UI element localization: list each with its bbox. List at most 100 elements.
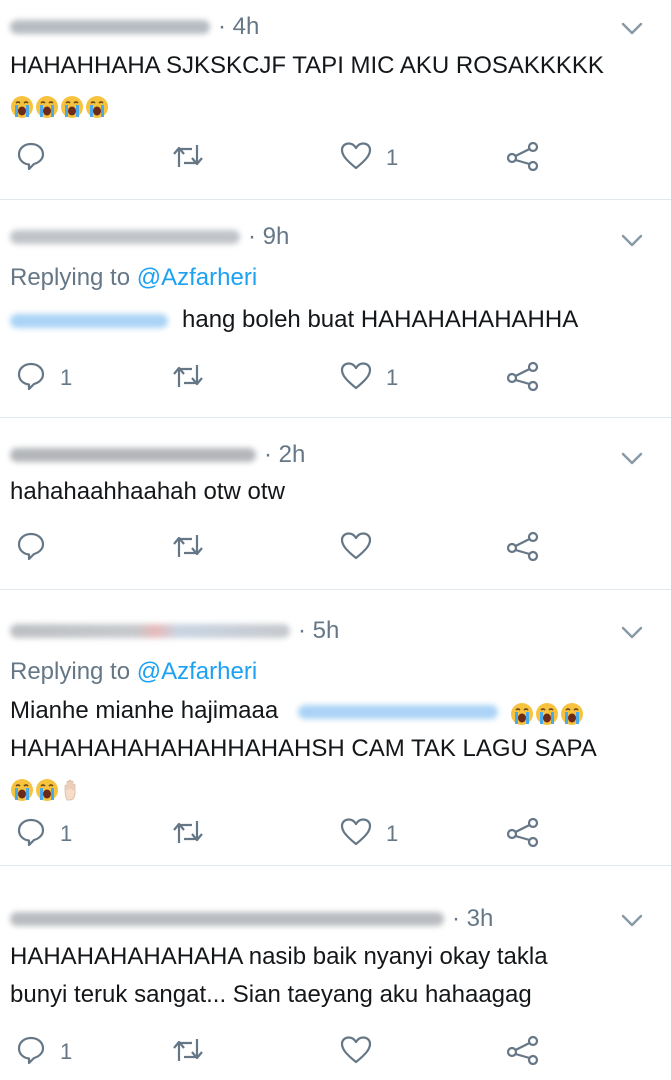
- share-icon: [506, 817, 540, 852]
- more-options-chevron-down-icon[interactable]: [621, 914, 643, 928]
- tweet-card[interactable]: · 4h HAHAHHAHA SJKSKCJF TAPI MIC AKU ROS…: [0, 0, 671, 200]
- retweet-button[interactable]: [172, 528, 218, 568]
- redacted-username: [10, 912, 444, 926]
- loudly-crying-face-emoji-icon: [10, 93, 34, 118]
- retweet-button[interactable]: [172, 358, 218, 398]
- loudly-crying-face-emoji-icon: [560, 700, 584, 725]
- tweet-card[interactable]: · 3h HAHAHAHAHAHAHA nasib baik nyanyi ok…: [0, 866, 671, 1080]
- replying-to-handle-link[interactable]: @Azfarheri: [137, 658, 257, 685]
- tweet-emoji-line: [10, 85, 109, 123]
- speech-bubble-icon: [16, 817, 46, 852]
- heart-icon: [340, 817, 372, 852]
- loudly-crying-face-emoji-icon: [85, 93, 109, 118]
- tweet-text-line: bunyi teruk sangat... Sian taeyang aku h…: [10, 981, 532, 1008]
- tweet-emoji-line: [10, 768, 84, 806]
- replying-to-label: Replying to: [10, 658, 131, 685]
- more-options-chevron-down-icon[interactable]: [621, 626, 643, 640]
- heart-icon: [340, 1035, 372, 1070]
- tweet-timestamp: · 5h: [298, 617, 340, 644]
- replying-to-label: Replying to: [10, 264, 131, 291]
- loudly-crying-face-emoji-icon: [35, 776, 59, 801]
- like-button[interactable]: 1: [340, 358, 398, 398]
- tweet-text-line: hahahaahhaahah otw otw: [10, 478, 285, 505]
- tweet-text: hahahaahhaahah otw otw: [10, 473, 285, 511]
- like-count: 1: [386, 365, 399, 390]
- tweet-header: · 9h: [10, 223, 290, 250]
- more-options-chevron-down-icon[interactable]: [621, 452, 643, 466]
- reply-button[interactable]: [16, 138, 60, 178]
- like-count: 1: [386, 145, 399, 170]
- heart-icon: [340, 361, 372, 396]
- loudly-crying-face-emoji-icon: [510, 700, 534, 725]
- tweet-timestamp: · 3h: [452, 905, 494, 932]
- like-button[interactable]: [340, 1032, 386, 1072]
- tweet-header: · 2h: [10, 441, 306, 468]
- share-icon: [506, 141, 540, 176]
- tweet-text: HAHAHHAHA SJKSKCJF TAPI MIC AKU ROSAKKKK…: [10, 47, 604, 85]
- replying-to-handle-link[interactable]: @Azfarheri: [137, 264, 257, 291]
- retweet-button[interactable]: [172, 138, 218, 178]
- tweet-header: · 5h: [10, 617, 340, 644]
- tweet-text: bunyi teruk sangat... Sian taeyang aku h…: [10, 976, 532, 1014]
- tweet-timestamp: · 9h: [248, 223, 290, 250]
- tweet-card[interactable]: · 9h Replying to @Azfarheri hang boleh b…: [0, 200, 671, 418]
- tweet-text-line: hang boleh buat HAHAHAHAHAHHA: [182, 306, 579, 333]
- share-icon: [506, 531, 540, 566]
- retweet-icon: [172, 141, 204, 176]
- share-button[interactable]: [506, 814, 540, 854]
- retweet-icon: [172, 361, 204, 396]
- tweet-card[interactable]: · 2h hahahaahhaahah otw otw: [0, 418, 671, 590]
- more-options-chevron-down-icon[interactable]: [621, 22, 643, 36]
- reply-count: 1: [60, 365, 73, 390]
- tweet-text: HAHAHAHAHAHAHHAHAHSH CAM TAK LAGU SAPA: [10, 730, 597, 768]
- like-button[interactable]: [340, 528, 386, 568]
- redacted-username: [10, 624, 290, 638]
- speech-bubble-icon: [16, 361, 46, 396]
- tweet-actions: 1: [0, 138, 671, 178]
- redacted-username: [10, 230, 240, 244]
- heart-icon: [340, 531, 372, 566]
- loudly-crying-face-emoji-icon: [535, 700, 559, 725]
- reply-button[interactable]: 1: [16, 358, 72, 398]
- tweet-header: · 4h: [10, 13, 260, 40]
- share-button[interactable]: [506, 358, 540, 398]
- tweet-timestamp: · 4h: [218, 13, 260, 40]
- like-button[interactable]: 1: [340, 138, 398, 178]
- redacted-username: [10, 20, 210, 34]
- loudly-crying-face-emoji-icon: [35, 93, 59, 118]
- tweet-actions: [0, 528, 671, 568]
- share-button[interactable]: [506, 1032, 540, 1072]
- tweet-text-line: Mianhe mianhe hajimaaa: [10, 697, 279, 724]
- tweet-text: HAHAHAHAHAHAHA nasib baik nyanyi okay ta…: [10, 938, 548, 976]
- retweet-icon: [172, 1035, 204, 1070]
- tweet-actions: 1 1: [0, 814, 671, 854]
- retweet-button[interactable]: [172, 814, 218, 854]
- reply-button[interactable]: 1: [16, 814, 72, 854]
- replying-to: Replying to @Azfarheri: [10, 264, 257, 292]
- share-icon: [506, 1035, 540, 1070]
- redacted-mention: [10, 313, 168, 328]
- retweet-icon: [172, 531, 204, 566]
- speech-bubble-icon: [16, 531, 46, 566]
- tweet-text-line: HAHAHAHAHAHAHA nasib baik nyanyi okay ta…: [10, 943, 548, 970]
- loudly-crying-face-emoji-icon: [60, 93, 84, 118]
- reply-count: 1: [60, 821, 73, 846]
- reply-count: 1: [60, 1039, 73, 1064]
- tweet-text-line: HAHAHHAHA SJKSKCJF TAPI MIC AKU ROSAKKKK…: [10, 52, 604, 79]
- share-button[interactable]: [506, 528, 540, 568]
- more-options-chevron-down-icon[interactable]: [621, 234, 643, 248]
- loudly-crying-face-emoji-icon: [10, 776, 34, 801]
- like-button[interactable]: 1: [340, 814, 398, 854]
- tweet-timestamp: · 2h: [264, 441, 306, 468]
- share-button[interactable]: [506, 138, 540, 178]
- replying-to: Replying to @Azfarheri: [10, 658, 257, 686]
- retweet-button[interactable]: [172, 1032, 218, 1072]
- tweet-actions: 1 1: [0, 358, 671, 398]
- tweet-text: Mianhe mianhe hajimaaa: [10, 692, 584, 730]
- redacted-mention: [298, 704, 499, 719]
- tweet-text: hang boleh buat HAHAHAHAHAHHA: [10, 301, 578, 339]
- reply-button[interactable]: [16, 528, 60, 568]
- reply-button[interactable]: 1: [16, 1032, 72, 1072]
- tweet-card[interactable]: · 5h Replying to @Azfarheri Mianhe mianh…: [0, 590, 671, 866]
- share-icon: [506, 361, 540, 396]
